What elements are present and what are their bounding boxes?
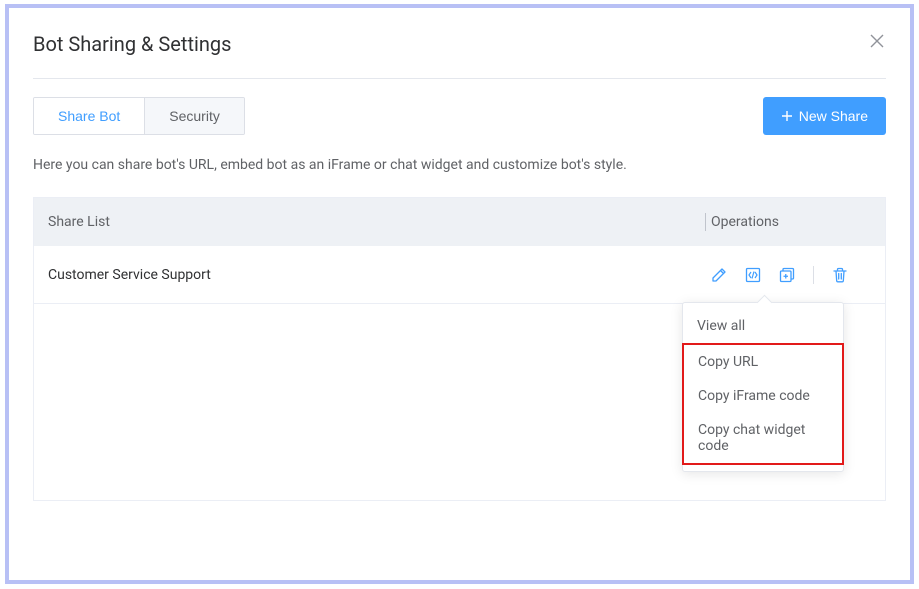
code-dropdown-menu: View all Copy URL Copy iFrame code Copy …	[682, 302, 844, 472]
dialog-title: Bot Sharing & Settings	[33, 32, 231, 56]
new-share-button[interactable]: New Share	[763, 97, 886, 135]
copy-icon[interactable]	[779, 267, 795, 283]
separator	[813, 266, 814, 284]
table-row: Customer Service Support	[34, 246, 885, 304]
close-icon	[870, 34, 884, 48]
share-name: Customer Service Support	[34, 267, 711, 283]
column-header-operations: Operations	[711, 214, 885, 230]
delete-icon[interactable]	[832, 267, 848, 283]
edit-icon[interactable]	[711, 267, 727, 283]
divider	[33, 78, 886, 79]
dropdown-view-all[interactable]: View all	[683, 309, 843, 343]
column-header-share-list: Share List	[34, 214, 711, 230]
tab-security[interactable]: Security	[144, 98, 244, 134]
dropdown-copy-iframe[interactable]: Copy iFrame code	[684, 379, 842, 413]
tabs: Share Bot Security	[33, 97, 245, 135]
dropdown-copy-widget[interactable]: Copy chat widget code	[684, 413, 842, 463]
highlighted-options: Copy URL Copy iFrame code Copy chat widg…	[682, 343, 844, 465]
dropdown-copy-url[interactable]: Copy URL	[684, 345, 842, 379]
tab-share-bot[interactable]: Share Bot	[34, 98, 144, 134]
new-share-label: New Share	[799, 108, 868, 124]
plus-icon	[781, 110, 793, 122]
code-icon[interactable]	[745, 267, 761, 283]
table-header: Share List Operations	[34, 198, 885, 246]
bot-sharing-dialog: Bot Sharing & Settings Share Bot Securit…	[9, 8, 910, 580]
description-text: Here you can share bot's URL, embed bot …	[33, 157, 886, 173]
close-button[interactable]	[868, 32, 886, 50]
